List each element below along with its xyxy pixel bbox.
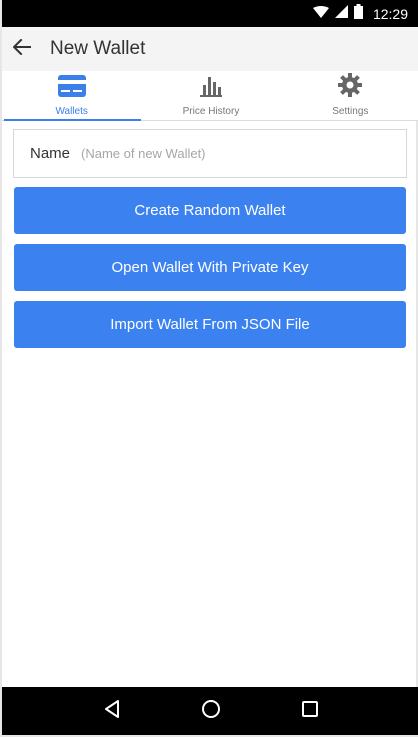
signal-icon: [334, 4, 348, 23]
nav-back-button[interactable]: [92, 691, 132, 731]
bar-chart-icon: [199, 75, 223, 102]
import-wallet-json-button[interactable]: Import Wallet From JSON File: [14, 301, 406, 348]
arrow-left-icon: [12, 38, 31, 60]
nav-recents-button[interactable]: [290, 691, 330, 731]
name-label: Name: [30, 145, 71, 162]
home-circle-icon: [201, 699, 221, 724]
back-button[interactable]: [4, 27, 40, 71]
tab-label: Price History: [182, 106, 240, 117]
tab-wallets[interactable]: Wallets: [2, 71, 142, 121]
tab-bar: Wallets Price History Settings: [2, 71, 418, 121]
open-wallet-private-key-button[interactable]: Open Wallet With Private Key: [14, 244, 406, 291]
tab-settings[interactable]: Settings: [281, 71, 418, 120]
app-frame: 12:29 New Wallet Wallets Price History S…: [0, 0, 418, 737]
gear-icon: [338, 73, 363, 102]
tab-label: Settings: [332, 106, 369, 117]
name-field: Name: [13, 129, 407, 178]
tab-label: Wallets: [55, 106, 88, 117]
app-bar: New Wallet: [2, 27, 418, 71]
wifi-icon: [312, 5, 329, 23]
page-title: New Wallet: [50, 38, 146, 59]
recents-square-icon: [301, 700, 319, 723]
back-triangle-icon: [104, 699, 120, 723]
nav-home-button[interactable]: [191, 691, 231, 731]
name-input[interactable]: [81, 146, 362, 161]
tab-price-history[interactable]: Price History: [141, 71, 280, 120]
create-random-wallet-button[interactable]: Create Random Wallet: [14, 187, 406, 234]
status-bar: 12:29: [2, 0, 418, 27]
status-time: 12:29: [372, 5, 408, 22]
credit-card-icon: [57, 75, 86, 102]
system-nav-bar: [2, 687, 418, 735]
battery-icon: [353, 3, 363, 24]
